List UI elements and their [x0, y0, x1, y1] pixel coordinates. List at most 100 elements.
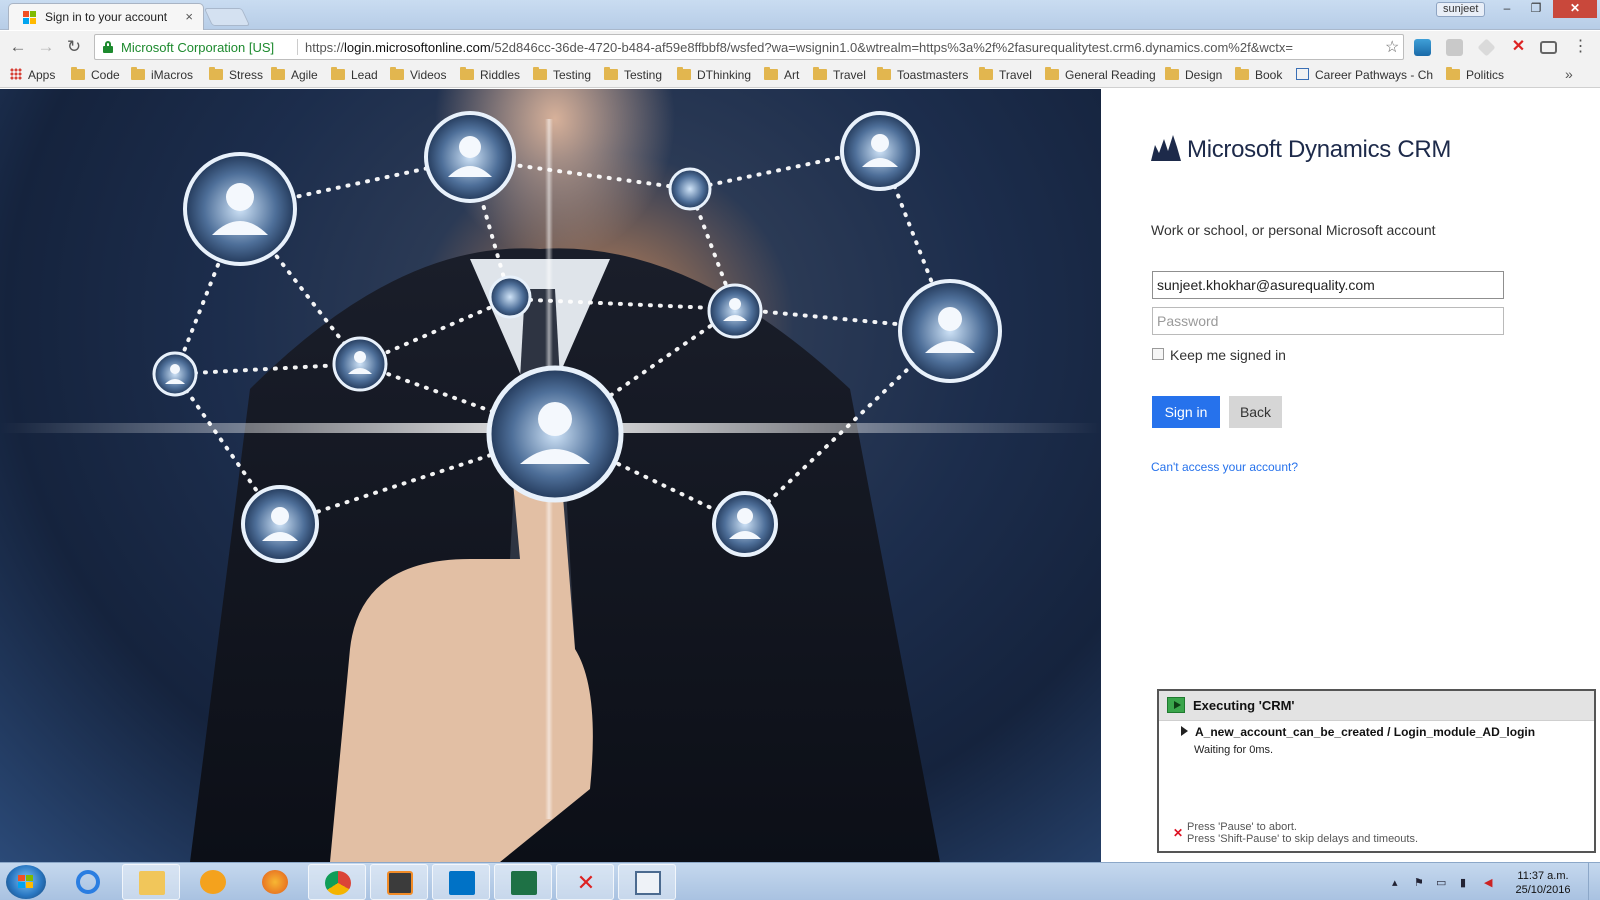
- bookmark-star-icon[interactable]: ☆: [1385, 37, 1399, 57]
- firefox-icon[interactable]: [246, 864, 304, 900]
- windows-flag-icon: [18, 875, 34, 889]
- outlook-icon[interactable]: [432, 864, 490, 900]
- bookmark-item[interactable]: Testing: [533, 67, 591, 82]
- folder-icon: [813, 67, 827, 80]
- back-button[interactable]: Back: [1229, 396, 1282, 428]
- explorer-icon[interactable]: [122, 864, 180, 900]
- maximize-button[interactable]: ❐: [1522, 0, 1550, 18]
- folder-icon: [604, 67, 618, 80]
- cant-access-link[interactable]: Can't access your account?: [1151, 460, 1298, 474]
- extension-diamond-icon[interactable]: [1477, 38, 1496, 57]
- folder-icon: [271, 67, 285, 80]
- media-player-icon[interactable]: [184, 864, 242, 900]
- bookmark-item[interactable]: Book: [1235, 67, 1282, 82]
- network-signal-icon[interactable]: ▮: [1460, 876, 1472, 889]
- tab-sign-in[interactable]: Sign in to your account ×: [8, 3, 204, 30]
- profile-button[interactable]: sunjeet: [1436, 2, 1486, 17]
- cast-icon[interactable]: [1540, 41, 1557, 54]
- folder-icon: [390, 67, 404, 80]
- bookmark-item[interactable]: Lead: [331, 67, 378, 82]
- bookmark-item[interactable]: Agile: [271, 67, 318, 82]
- checkbox-icon[interactable]: [1152, 348, 1164, 360]
- bookmarks-overflow-icon[interactable]: »: [1565, 66, 1573, 82]
- bookmark-item[interactable]: Code: [71, 67, 120, 82]
- window-icon[interactable]: [618, 864, 676, 900]
- hint-skip: Press 'Shift-Pause' to skip delays and t…: [1187, 833, 1419, 845]
- taskbar: ✕ ▴ ⚑ ▭ ▮ ◀ 11:37 a.m. 25/10/2016: [0, 862, 1600, 900]
- action-center-flag-icon[interactable]: ⚑: [1414, 876, 1426, 889]
- apps-grid-icon: [10, 68, 22, 80]
- reload-icon[interactable]: ↻: [64, 37, 84, 57]
- extension-gray-icon[interactable]: [1446, 39, 1463, 56]
- bookmark-item[interactable]: Travel: [813, 67, 866, 82]
- imacros-hints: Press 'Pause' to abort. Press 'Shift-Pau…: [1187, 821, 1418, 845]
- extension-imacros-icon[interactable]: [1414, 39, 1431, 56]
- bookmark-item[interactable]: Riddles: [460, 67, 520, 82]
- bookmarks-bar: Apps Code iMacros Stress Agile Lead Vide…: [0, 63, 1600, 88]
- hint-abort: Press 'Pause' to abort.: [1187, 821, 1297, 833]
- bookmark-item[interactable]: Toastmasters: [877, 67, 968, 82]
- bookmark-apps[interactable]: Apps: [10, 68, 55, 82]
- password-field[interactable]: [1152, 307, 1504, 335]
- show-desktop-button[interactable]: [1588, 863, 1600, 900]
- bookmark-item[interactable]: Videos: [390, 67, 446, 82]
- sublime-icon[interactable]: [370, 864, 428, 900]
- back-arrow-icon[interactable]: ←: [8, 37, 28, 57]
- security-label: Microsoft Corporation [US]: [121, 40, 275, 55]
- brand-name: Microsoft Dynamics CRM: [1187, 136, 1452, 163]
- forward-arrow-icon[interactable]: →: [36, 37, 56, 57]
- ie-icon[interactable]: [60, 864, 118, 900]
- folder-icon: [1235, 67, 1249, 80]
- system-clock[interactable]: 11:37 a.m. 25/10/2016: [1508, 869, 1578, 897]
- new-tab-button[interactable]: [203, 8, 251, 26]
- tray-expand-icon[interactable]: ▴: [1392, 876, 1404, 889]
- step-arrow-icon: [1181, 726, 1188, 736]
- volume-muted-icon[interactable]: ◀: [1484, 876, 1496, 889]
- imacros-step: A_new_account_can_be_created / Login_mod…: [1181, 725, 1535, 739]
- keep-signed-in-label: Keep me signed in: [1170, 347, 1286, 363]
- menu-icon[interactable]: ⋮: [1572, 39, 1589, 56]
- bookmark-item[interactable]: Design: [1165, 67, 1222, 82]
- folder-icon: [1165, 67, 1179, 80]
- folder-icon: [764, 67, 778, 80]
- extension-red-x-icon[interactable]: ✕: [1510, 39, 1527, 56]
- bookmark-item[interactable]: Stress: [209, 67, 263, 82]
- tab-title: Sign in to your account: [45, 10, 168, 24]
- clock-time: 11:37 a.m.: [1517, 870, 1569, 882]
- minimize-button[interactable]: ‒: [1493, 0, 1521, 18]
- sign-in-button[interactable]: Sign in: [1152, 396, 1220, 428]
- bookmark-item[interactable]: Travel: [979, 67, 1032, 82]
- address-separator: [297, 39, 298, 55]
- start-button[interactable]: [6, 865, 46, 899]
- email-field[interactable]: [1152, 271, 1504, 299]
- bookmark-item[interactable]: Career Pathways - Ch: [1296, 68, 1433, 82]
- clock-date: 25/10/2016: [1515, 884, 1571, 896]
- chrome-icon[interactable]: [308, 864, 366, 900]
- tab-close-icon[interactable]: ×: [185, 9, 193, 24]
- bookmark-item[interactable]: iMacros: [131, 67, 193, 82]
- power-icon[interactable]: ▭: [1436, 876, 1448, 889]
- folder-icon: [1446, 67, 1460, 80]
- bookmark-item[interactable]: Testing: [604, 67, 662, 82]
- tools-icon[interactable]: ✕: [556, 864, 614, 900]
- folder-icon: [131, 67, 145, 80]
- folder-icon: [533, 67, 547, 80]
- hero-image: [0, 89, 1101, 862]
- tab-strip: Sign in to your account × sunjeet ‒ ❐ ✕: [0, 0, 1600, 30]
- bookmark-item[interactable]: Politics: [1446, 67, 1504, 82]
- microsoft-logo-icon: [23, 11, 36, 24]
- bookmark-item[interactable]: Art: [764, 67, 799, 82]
- folder-icon: [877, 67, 891, 80]
- bookmark-item[interactable]: DThinking: [677, 67, 751, 82]
- account-prompt: Work or school, or personal Microsoft ac…: [1151, 222, 1436, 238]
- bookmark-item[interactable]: General Reading: [1045, 67, 1156, 82]
- url-text[interactable]: https://login.microsoftonline.com/52d846…: [305, 40, 1365, 55]
- excel-icon[interactable]: [494, 864, 552, 900]
- dynamics-logo-icon: [1151, 135, 1181, 161]
- keep-signed-in-checkbox[interactable]: Keep me signed in: [1152, 347, 1286, 363]
- folder-icon: [209, 67, 223, 80]
- browser-toolbar: ← → ↻ Microsoft Corporation [US] https:/…: [0, 31, 1600, 63]
- address-bar[interactable]: Microsoft Corporation [US] https://login…: [94, 34, 1404, 60]
- imacros-status-dialog: Executing 'CRM' A_new_account_can_be_cre…: [1157, 689, 1596, 853]
- close-window-button[interactable]: ✕: [1553, 0, 1597, 18]
